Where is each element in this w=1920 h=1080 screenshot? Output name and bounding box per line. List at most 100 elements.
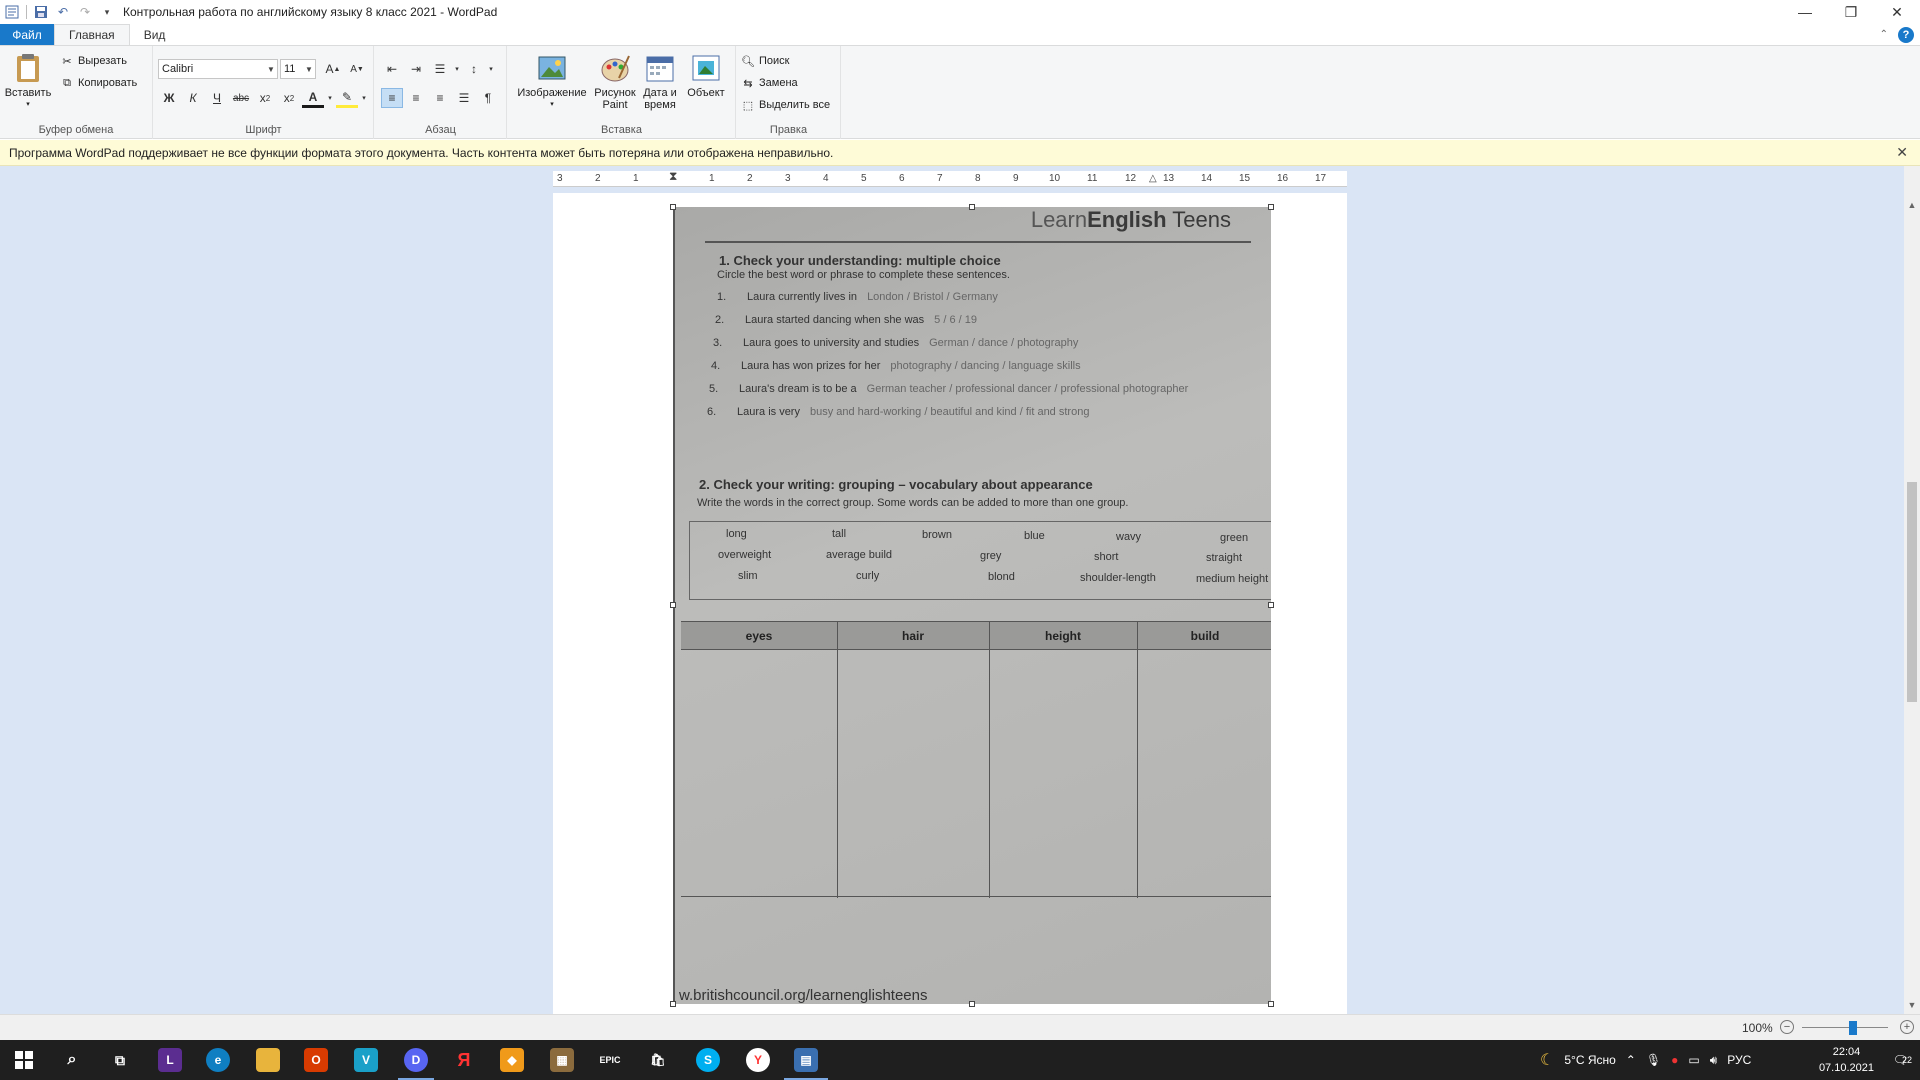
replace-button[interactable]: ⇆ Замена: [741, 74, 797, 92]
right-indent-marker[interactable]: △: [1149, 173, 1157, 184]
discord-icon[interactable]: D: [404, 1048, 428, 1072]
language-indicator[interactable]: РУС: [1727, 1053, 1751, 1067]
chevron-down-icon: ▼: [305, 64, 313, 74]
decrease-indent-icon[interactable]: ⇤: [381, 59, 403, 79]
chevron-down-icon[interactable]: ▾: [360, 88, 368, 108]
scrollbar-thumb[interactable]: [1907, 482, 1917, 702]
shrink-font-icon[interactable]: A ▼: [346, 59, 368, 79]
tab-home[interactable]: Главная: [54, 24, 130, 45]
editing-group-label: Правка: [769, 124, 808, 136]
paragraph-settings-icon[interactable]: ¶: [477, 88, 499, 108]
resize-handle[interactable]: [1268, 1001, 1274, 1007]
document-area[interactable]: 3 2 1 ⧗ 1 2 3 4 5 6 7 8 9 10 11 12 △ 13 …: [0, 166, 1904, 1014]
align-left-icon[interactable]: ≡: [381, 88, 403, 108]
worksheet-photo[interactable]: LearnEnglish Teens 1. Check your underst…: [673, 207, 1271, 1004]
zoom-slider-thumb[interactable]: [1848, 1021, 1857, 1035]
grow-font-icon[interactable]: A ▲: [322, 59, 344, 79]
select-all-button[interactable]: ⬚ Выделить все: [741, 96, 830, 114]
chevron-up-icon[interactable]: ⌃: [1626, 1053, 1636, 1067]
tab-file[interactable]: Файл: [0, 24, 54, 45]
align-right-icon[interactable]: ≡: [429, 88, 451, 108]
store-icon[interactable]: 🛍︎: [646, 1048, 670, 1072]
zoom-in-button[interactable]: +: [1900, 1020, 1914, 1034]
yandex-icon[interactable]: Я: [452, 1048, 476, 1072]
subscript-icon[interactable]: x2: [254, 88, 276, 108]
ruler[interactable]: 3 2 1 ⧗ 1 2 3 4 5 6 7 8 9 10 11 12 △ 13 …: [553, 169, 1347, 187]
epic-games-icon[interactable]: EPIC: [598, 1048, 622, 1072]
customize-qat-icon[interactable]: ▾: [99, 4, 115, 20]
minimize-button[interactable]: —: [1782, 0, 1828, 24]
bold-icon[interactable]: Ж: [158, 88, 180, 108]
resize-handle[interactable]: [969, 1001, 975, 1007]
tab-view[interactable]: Вид: [130, 24, 180, 45]
wordpad-taskbar-icon[interactable]: ▤: [794, 1048, 818, 1072]
task-view-icon[interactable]: ⧉: [108, 1048, 132, 1072]
datetime-label: Дата и время: [643, 87, 677, 111]
find-button[interactable]: 🔍︎ Поиск: [741, 52, 789, 70]
yandex-browser-icon[interactable]: Y: [746, 1048, 770, 1072]
resize-handle[interactable]: [670, 602, 676, 608]
strikethrough-icon[interactable]: abc: [230, 88, 252, 108]
close-icon[interactable]: ✕: [1896, 144, 1908, 161]
file-explorer-icon[interactable]: [256, 1048, 280, 1072]
italic-icon[interactable]: К: [182, 88, 204, 108]
chevron-down-icon[interactable]: ▾: [487, 59, 495, 79]
wordpad-app-icon[interactable]: [4, 4, 20, 20]
game-icon[interactable]: ◆: [500, 1048, 524, 1072]
search-icon[interactable]: ⌕: [60, 1048, 84, 1072]
paste-button[interactable]: Вставить ▾: [5, 52, 51, 111]
resize-handle[interactable]: [670, 1001, 676, 1007]
copy-button[interactable]: ⧉ Копировать: [60, 74, 137, 92]
resize-handle[interactable]: [1268, 204, 1274, 210]
app-icon[interactable]: L: [158, 1048, 182, 1072]
chevron-down-icon[interactable]: ▾: [326, 88, 334, 108]
font-size-select[interactable]: 11 ▼: [280, 59, 316, 79]
chevron-down-icon[interactable]: ▾: [453, 59, 461, 79]
microphone-icon[interactable]: 🎙︎: [1646, 1053, 1661, 1067]
insert-object-button[interactable]: Объект: [684, 52, 728, 99]
vpn-icon[interactable]: V: [354, 1048, 378, 1072]
volume-icon[interactable]: 🔊︎: [1710, 1053, 1718, 1068]
resize-handle[interactable]: [1268, 602, 1274, 608]
document-page[interactable]: LearnEnglish Teens 1. Check your underst…: [553, 193, 1347, 1014]
datetime-button[interactable]: Дата и время: [638, 52, 682, 111]
text-color-icon[interactable]: A: [302, 88, 324, 108]
align-center-icon[interactable]: ≡: [405, 88, 427, 108]
zoom-slider-track[interactable]: [1802, 1027, 1888, 1028]
vertical-scrollbar[interactable]: ▲ ▼: [1904, 166, 1920, 1014]
bullets-icon[interactable]: ☰: [429, 59, 451, 79]
undo-icon[interactable]: ↶: [55, 4, 71, 20]
left-indent-marker[interactable]: ⧗: [669, 169, 677, 184]
windows-start-icon[interactable]: [12, 1048, 36, 1072]
skype-icon[interactable]: S: [696, 1048, 720, 1072]
office-icon[interactable]: O: [304, 1048, 328, 1072]
highlight-icon[interactable]: ✎: [336, 88, 358, 108]
increase-indent-icon[interactable]: ⇥: [405, 59, 427, 79]
antivirus-icon[interactable]: ●: [1671, 1053, 1678, 1067]
scroll-down-icon[interactable]: ▼: [1904, 1000, 1920, 1010]
zoom-out-button[interactable]: −: [1780, 1020, 1794, 1034]
clock[interactable]: 22:04 07.10.2021: [1819, 1044, 1874, 1076]
redo-icon[interactable]: ↷: [77, 4, 93, 20]
cut-button[interactable]: ✂ Вырезать: [60, 52, 127, 70]
edge-icon[interactable]: e: [206, 1048, 230, 1072]
scroll-up-icon[interactable]: ▲: [1904, 200, 1920, 210]
notification-center[interactable]: 🗨︎ 22: [1893, 1040, 1912, 1080]
line-spacing-icon[interactable]: ↕: [463, 59, 485, 79]
underline-icon[interactable]: Ч: [206, 88, 228, 108]
resize-handle[interactable]: [969, 204, 975, 210]
insert-image-button[interactable]: Изображение ▾: [514, 52, 590, 111]
maximize-button[interactable]: ❐: [1828, 0, 1874, 24]
save-icon[interactable]: [33, 4, 49, 20]
collapse-ribbon-icon[interactable]: ⌃: [1880, 29, 1888, 40]
help-icon[interactable]: ?: [1898, 26, 1914, 43]
resize-handle[interactable]: [670, 204, 676, 210]
network-icon[interactable]: ▭: [1688, 1053, 1699, 1067]
weather-text[interactable]: 5°C Ясно: [1564, 1053, 1615, 1067]
paint-drawing-button[interactable]: Рисунок Paint: [592, 52, 638, 111]
font-family-select[interactable]: Calibri ▼: [158, 59, 278, 79]
minecraft-icon[interactable]: ▦: [550, 1048, 574, 1072]
justify-icon[interactable]: ☰: [453, 88, 475, 108]
close-button[interactable]: ✕: [1874, 0, 1920, 24]
superscript-icon[interactable]: x2: [278, 88, 300, 108]
